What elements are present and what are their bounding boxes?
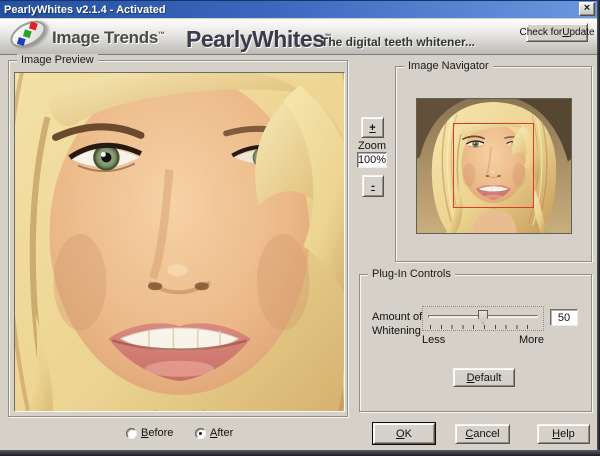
logo-diamond-green bbox=[22, 29, 32, 39]
plugin-controls-group: Plug-In Controls Amount of Whitening Les… bbox=[359, 268, 592, 412]
close-button[interactable]: × bbox=[579, 2, 595, 16]
window-title: PearlyWhites v2.1.4 - Activated bbox=[4, 3, 166, 16]
image-preview-label: Image Preview bbox=[17, 54, 98, 66]
zoom-value-field[interactable]: 100% bbox=[357, 152, 387, 168]
close-icon: × bbox=[583, 2, 591, 14]
window-bottom-edge bbox=[0, 450, 600, 456]
zoom-in-button[interactable]: + bbox=[361, 117, 384, 138]
product-title: PearlyWhites™ bbox=[186, 26, 331, 52]
tagline: The digital teeth whitener... bbox=[321, 35, 476, 49]
check-for-update-button[interactable]: Check for Update bbox=[519, 23, 595, 42]
logo-text: Image Trends™ bbox=[52, 28, 165, 47]
image-preview-group: Image Preview bbox=[8, 54, 348, 417]
plugin-controls-label: Plug-In Controls bbox=[368, 268, 455, 280]
image-navigator-label: Image Navigator bbox=[404, 60, 493, 72]
cancel-button[interactable]: Cancel bbox=[455, 424, 510, 444]
header: Image Trends™ PearlyWhites™ The digital … bbox=[0, 15, 597, 55]
before-radio[interactable]: Before bbox=[126, 427, 173, 439]
titlebar[interactable]: PearlyWhites v2.1.4 - Activated bbox=[0, 0, 597, 18]
less-label: Less bbox=[422, 334, 446, 346]
more-label: More bbox=[518, 334, 544, 346]
zoom-label: Zoom bbox=[357, 140, 387, 152]
logo-diamond-red bbox=[29, 21, 38, 31]
slider-thumb[interactable] bbox=[478, 310, 488, 324]
image-navigator-group: Image Navigator bbox=[395, 60, 592, 262]
default-button[interactable]: Default bbox=[453, 368, 515, 387]
slider-ticks bbox=[430, 325, 536, 329]
whitening-slider[interactable] bbox=[422, 306, 544, 331]
logo-tm: ™ bbox=[158, 31, 165, 39]
after-radio-label: After bbox=[210, 427, 234, 439]
app-window: PearlyWhites v2.1.4 - Activated × Image … bbox=[0, 0, 600, 456]
logo-diamond-blue bbox=[16, 37, 26, 46]
slider-endpoint-labels: Less More bbox=[422, 334, 544, 346]
preview-image[interactable] bbox=[14, 72, 345, 412]
before-radio-label: Before bbox=[141, 427, 174, 439]
navigator-thumbnail[interactable] bbox=[416, 98, 572, 234]
zoom-out-button[interactable]: - bbox=[362, 175, 384, 197]
help-button[interactable]: Help bbox=[537, 424, 590, 444]
ok-button[interactable]: OK bbox=[373, 423, 435, 444]
imagetrends-logo bbox=[6, 15, 50, 53]
after-radio-circle[interactable] bbox=[195, 427, 206, 439]
whitening-value-input[interactable]: 50 bbox=[550, 309, 578, 326]
after-radio-dot bbox=[199, 431, 202, 435]
after-radio[interactable]: After bbox=[195, 427, 233, 439]
navigator-viewport-rect[interactable] bbox=[453, 123, 534, 208]
before-radio-circle[interactable] bbox=[126, 427, 137, 439]
